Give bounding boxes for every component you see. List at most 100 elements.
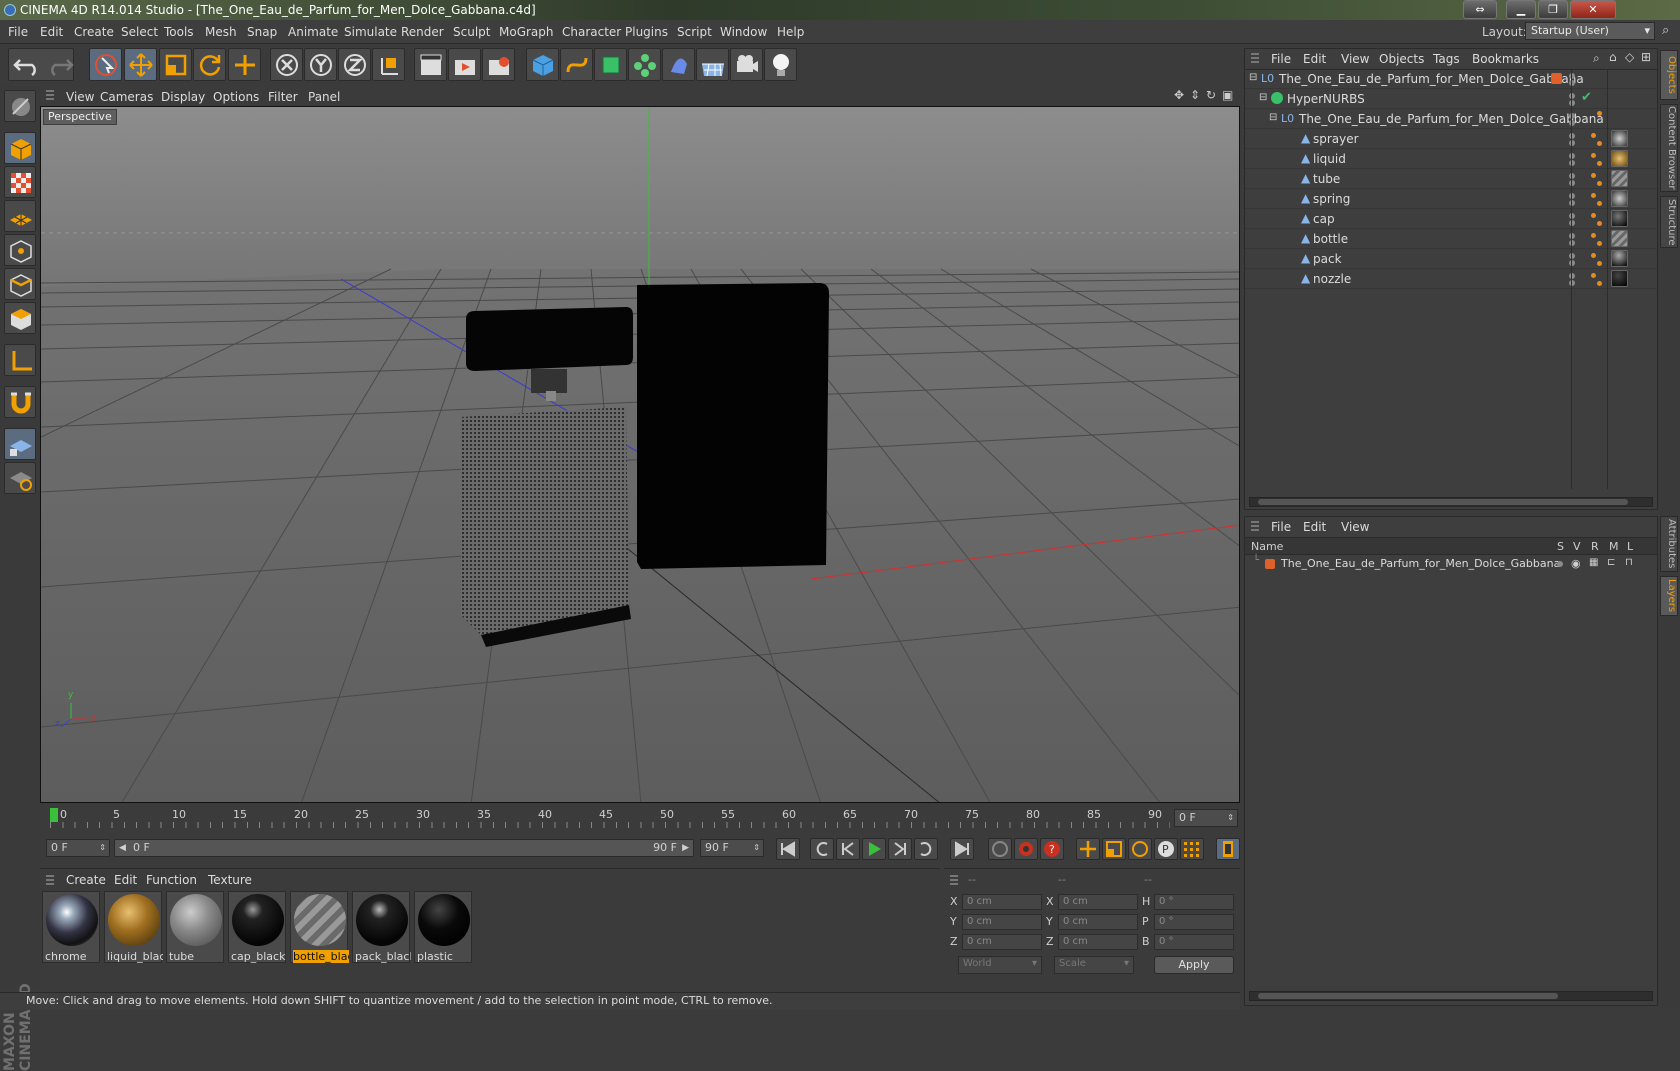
render-visibility-dot[interactable] xyxy=(1569,240,1575,246)
mat-menu-texture[interactable]: Texture xyxy=(208,873,252,887)
menu-mograph[interactable]: MoGraph xyxy=(499,25,554,39)
obj-menu-view[interactable]: View xyxy=(1341,52,1369,66)
render-visibility-dot[interactable] xyxy=(1569,80,1575,86)
object-row[interactable]: ▲ tube xyxy=(1245,169,1657,189)
render-visibility-dot[interactable] xyxy=(1569,160,1575,166)
horizontal-scrollbar[interactable] xyxy=(1249,497,1653,507)
eye-icon[interactable]: ◉ xyxy=(1571,557,1581,570)
mat-menu-edit[interactable]: Edit xyxy=(114,873,137,887)
minimize-button[interactable]: ▁ xyxy=(1506,0,1536,19)
material-tag-liquid[interactable] xyxy=(1611,150,1628,167)
vp-menu-display[interactable]: Display xyxy=(161,90,205,104)
vp-menu-panel[interactable]: Panel xyxy=(308,90,340,104)
snap-button[interactable] xyxy=(4,386,36,418)
menu-create[interactable]: Create xyxy=(74,25,114,39)
obj-menu-file[interactable]: File xyxy=(1271,52,1291,66)
workplane-mode-button[interactable] xyxy=(4,200,36,232)
record-parameter-button[interactable]: P xyxy=(1154,838,1178,860)
manager-icon[interactable]: ⊏ xyxy=(1607,557,1615,568)
viewport-perspective[interactable]: Perspective y x z xyxy=(40,106,1240,803)
scrollbar-thumb[interactable] xyxy=(1258,499,1628,505)
editor-visibility-dot[interactable] xyxy=(1569,73,1575,79)
material-tag-plastic[interactable] xyxy=(1611,270,1628,287)
editor-visibility-dot[interactable] xyxy=(1569,113,1575,119)
add-camera-button[interactable] xyxy=(730,48,763,81)
render-settings-button[interactable] xyxy=(482,48,515,81)
apply-button[interactable]: Apply xyxy=(1154,956,1234,974)
editor-visibility-dot[interactable] xyxy=(1569,253,1575,259)
record-rotation-button[interactable] xyxy=(1128,838,1152,860)
editor-visibility-dot[interactable] xyxy=(1569,233,1575,239)
axis-mode-button[interactable] xyxy=(4,344,36,376)
autokeying-button[interactable] xyxy=(1014,838,1038,860)
planar-workplane-button[interactable] xyxy=(4,462,36,494)
current-frame-field[interactable]: 0 F ⇕ xyxy=(1174,809,1238,827)
menu-render[interactable]: Render xyxy=(401,25,444,39)
make-editable-button[interactable] xyxy=(4,90,36,122)
obj-menu-bookmarks[interactable]: Bookmarks xyxy=(1472,52,1539,66)
menu-help[interactable]: Help xyxy=(777,25,804,39)
object-row[interactable]: ▲ bottle xyxy=(1245,229,1657,249)
home-icon[interactable]: ⌂ xyxy=(1609,50,1617,64)
redo-icon[interactable] xyxy=(45,52,75,78)
add-light-button[interactable] xyxy=(764,48,797,81)
material-tag-tube[interactable] xyxy=(1611,170,1628,187)
object-row[interactable]: ▲ sprayer xyxy=(1245,129,1657,149)
menu-file[interactable]: File xyxy=(8,25,28,39)
render-visibility-dot[interactable] xyxy=(1569,140,1575,146)
material-chrome[interactable]: chrome xyxy=(42,891,100,963)
record-active-objects-button[interactable] xyxy=(988,838,1012,860)
render-visibility-dot[interactable] xyxy=(1569,120,1575,126)
go-to-next-key-button[interactable] xyxy=(914,838,938,860)
timeline-window-button[interactable] xyxy=(1216,838,1240,860)
editor-visibility-dot[interactable] xyxy=(1569,153,1575,159)
go-to-end-button[interactable] xyxy=(950,838,974,860)
render-picture-viewer-button[interactable] xyxy=(448,48,481,81)
tab-content-browser[interactable]: Content Browser xyxy=(1660,104,1678,192)
editor-visibility-dot[interactable] xyxy=(1569,93,1575,99)
menu-tools[interactable]: Tools xyxy=(164,25,194,39)
maximize-button[interactable]: ❐ xyxy=(1538,0,1568,19)
menu-window[interactable]: Window xyxy=(720,25,767,39)
menu-sculpt[interactable]: Sculpt xyxy=(453,25,490,39)
add-cube-button[interactable] xyxy=(526,48,559,81)
go-to-start-button[interactable] xyxy=(776,838,800,860)
menu-edit[interactable]: Edit xyxy=(40,25,63,39)
scrollbar-thumb[interactable] xyxy=(1258,993,1558,999)
rot-b-field[interactable]: 0 ° xyxy=(1154,934,1234,950)
material-bottle-black[interactable]: bottle_blac xyxy=(290,891,349,963)
object-row[interactable]: ▲ spring xyxy=(1245,189,1657,209)
add-spline-button[interactable] xyxy=(560,48,593,81)
object-row[interactable]: ⊟ L0 The_One_Eau_de_Parfum_for_Men_Dolce… xyxy=(1245,69,1657,89)
maximize-view-icon[interactable]: ▣ xyxy=(1222,88,1233,102)
coordinate-type-select[interactable]: Scale ▾ xyxy=(1054,956,1134,974)
undo-icon[interactable] xyxy=(12,52,42,78)
zoom-icon[interactable]: ⇕ xyxy=(1190,88,1200,102)
pack-object[interactable] xyxy=(637,283,829,569)
record-position-button[interactable] xyxy=(1076,838,1100,860)
render-visibility-dot[interactable] xyxy=(1569,220,1575,226)
model-mode-button[interactable] xyxy=(4,132,36,164)
size-y-field[interactable]: 0 cm xyxy=(1058,914,1138,930)
layout-select[interactable]: Startup (User) ▾ xyxy=(1525,22,1655,40)
material-tag-pack[interactable] xyxy=(1611,250,1628,267)
bottle-object[interactable] xyxy=(461,407,629,635)
nozzle-object[interactable] xyxy=(531,369,567,393)
render-visibility-dot[interactable] xyxy=(1569,100,1575,106)
play-forwards-button[interactable] xyxy=(862,838,886,860)
add-scene-button[interactable] xyxy=(696,48,729,81)
keyframe-selection-button[interactable]: ? xyxy=(1040,838,1064,860)
menu-snap[interactable]: Snap xyxy=(247,25,277,39)
object-row[interactable]: ⊟ L0 The_One_Eau_de_Parfum_for_Men_Dolce… xyxy=(1245,109,1657,129)
vp-menu-view[interactable]: View xyxy=(66,90,94,104)
search-icon[interactable]: ⌕ xyxy=(1593,51,1600,66)
z-axis-lock[interactable] xyxy=(338,48,371,81)
obj-menu-objects[interactable]: Objects xyxy=(1379,52,1424,66)
menu-simulate[interactable]: Simulate xyxy=(344,25,397,39)
playhead[interactable] xyxy=(50,808,58,822)
rotate-tool[interactable] xyxy=(193,48,226,81)
go-to-previous-frame-button[interactable] xyxy=(836,838,860,860)
render-view-button[interactable] xyxy=(414,48,447,81)
render-visibility-dot[interactable] xyxy=(1569,280,1575,286)
check-icon[interactable]: ✔ xyxy=(1581,90,1592,105)
